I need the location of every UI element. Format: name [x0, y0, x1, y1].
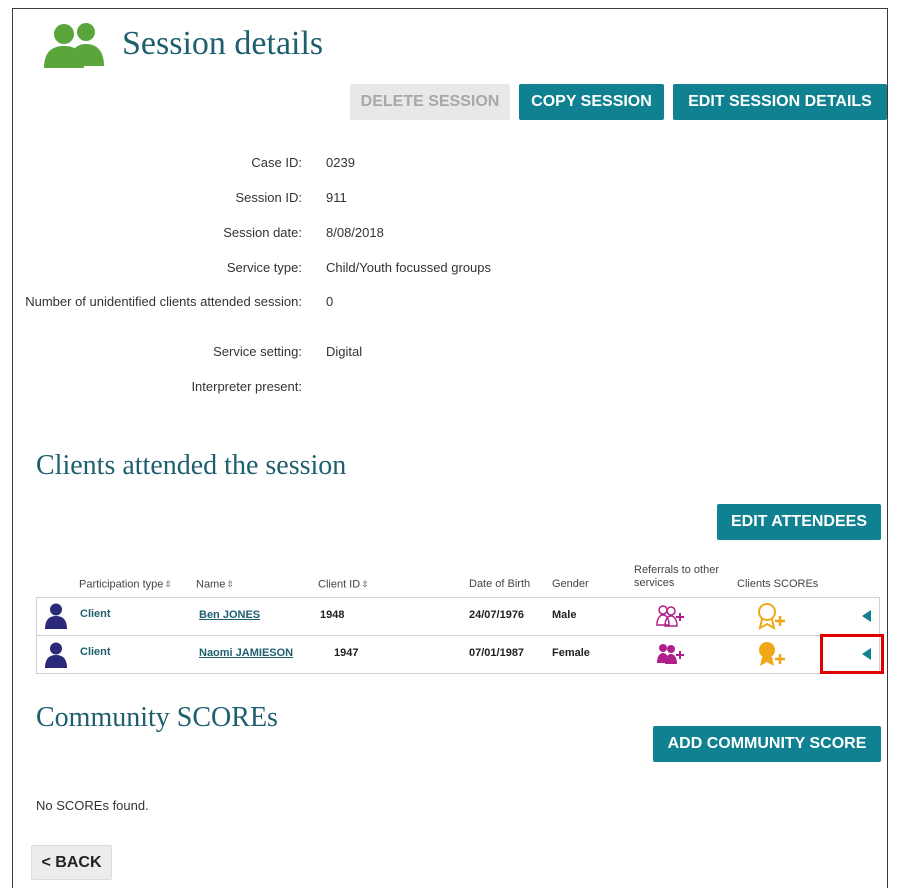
page-title: Session details — [122, 25, 324, 62]
gender-cell: Female — [552, 647, 590, 659]
no-scores-message: No SCOREs found. — [36, 798, 149, 813]
back-button[interactable]: < BACK — [31, 845, 112, 880]
session-id-label: Session ID: — [235, 190, 302, 205]
add-score-icon[interactable] — [755, 640, 787, 668]
service-setting-label: Service setting: — [213, 344, 302, 359]
session-date-label: Session date: — [223, 225, 302, 240]
delete-session-button[interactable]: DELETE SESSION — [350, 84, 510, 120]
gender-cell: Male — [552, 609, 577, 621]
people-group-icon — [44, 23, 104, 68]
unidentified-clients-value: 0 — [326, 294, 334, 309]
dob-cell: 07/01/1987 — [469, 647, 525, 659]
page-header: Session details — [42, 20, 323, 68]
client-name-link[interactable]: Ben JONES — [199, 609, 260, 621]
col-client-id[interactable]: Client ID⇳ — [318, 578, 369, 591]
client-name-link[interactable]: Naomi JAMIESON — [199, 647, 293, 659]
col-gender: Gender — [552, 578, 589, 590]
service-type-value: Child/Youth focussed groups — [326, 260, 492, 275]
copy-session-button[interactable]: COPY SESSION — [519, 84, 664, 120]
person-icon — [45, 603, 67, 629]
session-id-value: 911 — [326, 190, 347, 205]
dob-cell: 24/07/1976 — [469, 609, 525, 621]
col-scores: Clients SCOREs — [737, 578, 819, 590]
highlight-box — [820, 634, 884, 674]
client-id-cell: 1948 — [320, 609, 345, 621]
clients-table: Client Ben JONES 1948 24/07/1976 Male Cl… — [36, 597, 880, 674]
service-type-label: Service type: — [226, 260, 302, 275]
table-row: Client Ben JONES 1948 24/07/1976 Male — [37, 598, 879, 635]
add-score-icon[interactable] — [755, 602, 787, 630]
session-date-value: 8/08/2018 — [326, 225, 384, 240]
service-setting-value: Digital — [326, 344, 363, 359]
clients-section-title: Clients attended the session — [36, 450, 347, 481]
client-id-cell: 1947 — [334, 647, 359, 659]
sort-icon: ⇳ — [164, 579, 172, 589]
case-id-label: Case ID: — [251, 155, 302, 170]
participation-type-cell: Client — [80, 608, 111, 620]
add-referral-icon[interactable] — [656, 643, 686, 665]
unidentified-clients-label: Number of unidentified clients attended … — [25, 294, 302, 309]
edit-attendees-button[interactable]: EDIT ATTENDEES — [717, 504, 881, 540]
sort-icon: ⇳ — [226, 579, 234, 589]
col-client-id-label: Client ID — [318, 578, 361, 591]
case-id-value: 0239 — [326, 155, 355, 170]
person-icon — [45, 642, 67, 668]
participation-type-cell: Client — [80, 646, 111, 658]
col-name[interactable]: Name⇳ — [196, 578, 234, 591]
sort-icon: ⇳ — [361, 579, 369, 589]
col-dob: Date of Birth — [469, 578, 531, 590]
community-section-title: Community SCOREs — [36, 702, 278, 733]
interpreter-present-label: Interpreter present: — [191, 379, 302, 394]
col-name-label: Name — [196, 578, 226, 591]
add-referral-icon[interactable] — [656, 605, 686, 627]
edit-session-details-button[interactable]: EDIT SESSION DETAILS — [673, 84, 887, 120]
col-participation-type[interactable]: Participation type⇳ — [79, 578, 172, 591]
add-community-score-button[interactable]: ADD COMMUNITY SCORE — [653, 726, 881, 762]
col-referrals: Referrals to other services — [634, 564, 719, 589]
col-participation-type-label: Participation type — [79, 578, 164, 591]
expand-arrow-icon[interactable] — [862, 610, 871, 622]
table-row: Client Naomi JAMIESON 1947 07/01/1987 Fe… — [37, 635, 879, 673]
